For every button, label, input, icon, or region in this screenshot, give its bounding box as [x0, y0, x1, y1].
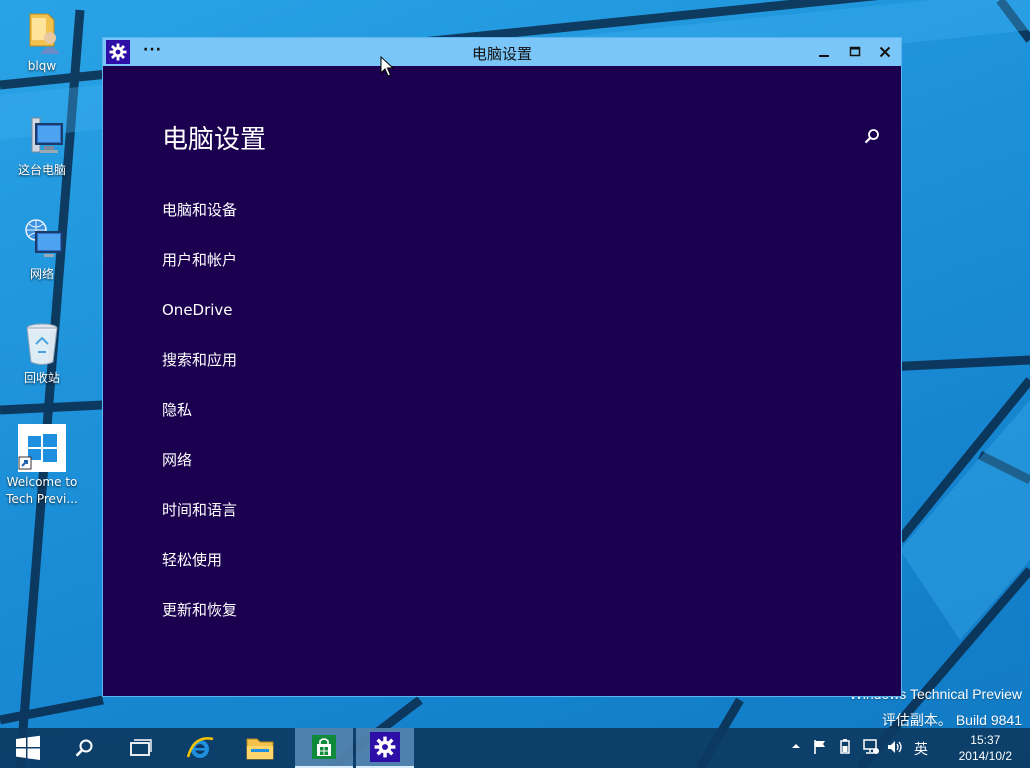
taskbar-settings-button[interactable]: [356, 728, 414, 768]
page-title: 电脑设置: [162, 125, 267, 155]
start-icon: [16, 735, 40, 760]
search-icon: [864, 129, 879, 144]
desktop-icon-recycle-bin[interactable]: 回收站: [6, 320, 78, 387]
desktop-icon-network[interactable]: 网络: [6, 216, 78, 283]
menu-item-privacy[interactable]: 隐私: [162, 398, 237, 448]
taskbar: 英 15:37 2014/10/2: [0, 728, 1030, 768]
input-method-indicator[interactable]: 英: [914, 739, 928, 759]
volume-button[interactable]: [886, 738, 904, 759]
network-icon: [18, 216, 66, 264]
computer-icon: [18, 112, 66, 160]
show-hidden-icons-button[interactable]: [790, 740, 802, 755]
taskbar-ie-button[interactable]: [172, 728, 228, 768]
chevron-up-icon: [792, 744, 800, 748]
close-icon: [879, 46, 891, 58]
user-folder-icon: [18, 8, 66, 56]
start-button[interactable]: [0, 728, 56, 768]
desktop-icon-this-pc[interactable]: 这台电脑: [6, 112, 78, 179]
windows-shortcut-icon: [18, 424, 66, 472]
close-button[interactable]: [870, 38, 900, 66]
mouse-cursor-icon: [380, 55, 395, 82]
task-view-button[interactable]: [112, 728, 168, 768]
network-status-button[interactable]: [862, 738, 880, 759]
internet-explorer-icon: [186, 737, 214, 758]
store-icon: [312, 735, 336, 759]
desktop-icon-user-folder[interactable]: blqw: [6, 8, 78, 75]
pc-settings-window: ··· 电脑设置 电脑设置 电脑和设备 用户和帐户 OneDrive 搜索和应用…: [102, 37, 902, 697]
battery-plug-icon: [840, 739, 850, 754]
search-button[interactable]: [861, 126, 883, 148]
menu-item-time-and-language[interactable]: 时间和语言: [162, 498, 237, 548]
menu-item-onedrive[interactable]: OneDrive: [162, 298, 237, 348]
minimize-icon: [819, 55, 829, 57]
maximize-icon: [849, 46, 861, 57]
task-view-icon: [130, 739, 152, 756]
desktop-icon-label: Welcome to: [6, 475, 78, 489]
menu-item-network[interactable]: 网络: [162, 448, 237, 498]
taskbar-search-button[interactable]: [56, 728, 112, 768]
settings-icon: [370, 732, 400, 762]
power-button[interactable]: [838, 738, 852, 759]
maximize-button[interactable]: [840, 38, 870, 66]
recycle-bin-icon: [18, 320, 66, 368]
flag-icon: [814, 740, 825, 754]
menu-item-pc-and-devices[interactable]: 电脑和设备: [162, 198, 237, 248]
desktop-icon-label: Tech Previ...: [6, 492, 78, 506]
clock-date: 2014/10/2: [958, 749, 1012, 763]
action-center-flag-button[interactable]: [812, 738, 828, 759]
taskbar-store-button[interactable]: [295, 728, 353, 768]
gear-icon: [374, 736, 396, 758]
menu-item-ease-of-access[interactable]: 轻松使用: [162, 548, 237, 598]
minimize-button[interactable]: [809, 38, 839, 66]
network-status-icon: [863, 739, 879, 754]
clock-time: 15:37: [970, 733, 1001, 747]
desktop-icon-welcome-shortcut[interactable]: Welcome to Tech Previ...: [6, 424, 78, 508]
desktop-icon-label: 网络: [29, 267, 54, 281]
search-icon: [75, 739, 93, 757]
file-explorer-icon: [246, 738, 274, 760]
desktop-icon-label: 回收站: [23, 371, 60, 385]
taskbar-file-explorer-button[interactable]: [232, 728, 288, 768]
menu-item-accounts[interactable]: 用户和帐户: [162, 248, 237, 298]
desktop-icon-label: 这台电脑: [17, 163, 66, 177]
settings-category-list: 电脑和设备 用户和帐户 OneDrive 搜索和应用 隐私 网络 时间和语言 轻…: [162, 198, 237, 648]
watermark-build: 评估副本。 Build 9841: [881, 712, 1022, 728]
menu-item-update-and-recovery[interactable]: 更新和恢复: [162, 598, 237, 648]
window-title: 电脑设置: [471, 45, 532, 63]
taskbar-clock[interactable]: 15:37 2014/10/2: [959, 732, 1012, 764]
volume-icon: [888, 741, 902, 753]
menu-item-search-and-apps[interactable]: 搜索和应用: [162, 348, 237, 398]
window-titlebar[interactable]: ··· 电脑设置: [103, 38, 901, 66]
desktop-icon-label: blqw: [27, 59, 57, 73]
